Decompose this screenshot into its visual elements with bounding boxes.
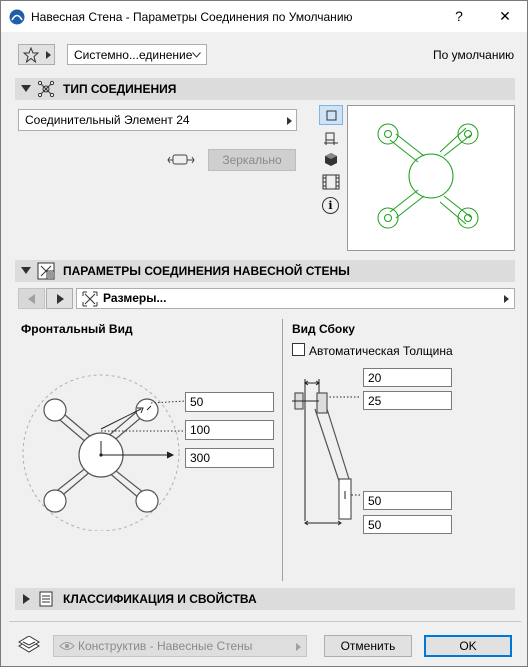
dialog-window: Навесная Стена - Параметры Соединения по…: [0, 0, 528, 667]
classification-title: КЛАССИФИКАЦИЯ И СВОЙСТВА: [63, 592, 257, 606]
help-button[interactable]: ?: [437, 1, 481, 32]
chevron-right-icon: [287, 117, 292, 125]
archicad-logo-icon: [9, 9, 25, 25]
layer-dropdown[interactable]: Конструктив - Навесные Стены: [53, 635, 307, 657]
square-icon: [326, 110, 337, 121]
cube-icon[interactable]: [323, 152, 339, 168]
prev-page-button[interactable]: [18, 288, 45, 309]
joint-settings-icon: [37, 262, 55, 280]
joint-type-section-header[interactable]: ТИП СОЕДИНЕНИЯ: [15, 78, 515, 100]
joint-params-title: ПАРАМЕТРЫ СОЕДИНЕНИЯ НАВЕСНОЙ СТЕНЫ: [63, 264, 350, 278]
mirror-icon: [167, 154, 195, 165]
expand-triangle-icon: [23, 594, 30, 604]
joint-icon: [37, 80, 55, 98]
eye-icon: [59, 642, 75, 650]
chevron-right-icon: [296, 643, 301, 651]
page-selector-value: Размеры...: [103, 291, 167, 305]
collapse-triangle-icon: [21, 267, 31, 274]
prev-arrow-icon: [28, 294, 35, 304]
chevron-right-icon: [504, 295, 509, 303]
side-value-field-4[interactable]: 50: [363, 515, 452, 534]
close-button[interactable]: ✕: [483, 1, 527, 32]
preview-panel: [347, 105, 515, 251]
joint-params-section-header[interactable]: ПАРАМЕТРЫ СОЕДИНЕНИЯ НАВЕСНОЙ СТЕНЫ: [15, 260, 515, 282]
preset-dropdown[interactable]: Системно...единение: [67, 44, 207, 65]
collapse-triangle-icon: [21, 85, 31, 92]
view-divider: [282, 319, 283, 581]
title-bar: Навесная Стена - Параметры Соединения по…: [1, 1, 527, 32]
next-page-button[interactable]: [46, 288, 73, 309]
favorites-arrow-icon: [46, 51, 51, 59]
layer-value: Конструктив - Навесные Стены: [78, 639, 253, 653]
film-icon[interactable]: [322, 174, 340, 190]
auto-thickness-checkbox[interactable]: [292, 343, 305, 356]
dimensions-icon: [82, 291, 98, 307]
classification-section-header[interactable]: КЛАССИФИКАЦИЯ И СВОЙСТВА: [15, 588, 515, 610]
favorites-button[interactable]: [18, 44, 55, 65]
mirror-button[interactable]: Зеркально: [208, 149, 296, 171]
default-label: По умолчанию: [433, 48, 515, 62]
side-value-field-1[interactable]: 20: [363, 368, 452, 387]
side-value-field-2[interactable]: 25: [363, 391, 452, 410]
side-value-field-3[interactable]: 50: [363, 491, 452, 510]
window-title: Навесная Стена - Параметры Соединения по…: [31, 10, 353, 24]
auto-thickness-label: Автоматическая Толщина: [309, 344, 453, 358]
chevron-down-icon: [192, 52, 201, 58]
info-icon[interactable]: i: [322, 197, 339, 214]
view-square-button[interactable]: [319, 105, 343, 125]
joint-type-title: ТИП СОЕДИНЕНИЯ: [63, 82, 177, 96]
front-value-field-1[interactable]: 50: [185, 392, 274, 412]
joint-element-dropdown[interactable]: Соединительный Элемент 24: [18, 109, 297, 131]
front-view-label: Фронтальный Вид: [21, 322, 133, 336]
cancel-button[interactable]: Отменить: [324, 635, 412, 657]
plan-icon[interactable]: [323, 131, 339, 147]
page-selector-dropdown[interactable]: Размеры...: [76, 288, 515, 309]
joint-preview-drawing: [377, 123, 479, 229]
next-arrow-icon: [57, 294, 64, 304]
front-value-field-2[interactable]: 100: [185, 420, 274, 440]
ok-button[interactable]: OK: [424, 635, 512, 657]
side-view-diagram: [292, 379, 361, 526]
joint-element-value: Соединительный Элемент 24: [25, 113, 190, 127]
layers-icon: [18, 636, 40, 653]
front-view-diagram: [22, 374, 187, 531]
preset-value: Системно...единение: [74, 48, 193, 62]
side-view-label: Вид Сбоку: [292, 322, 355, 336]
star-icon: [23, 47, 39, 63]
front-value-field-3[interactable]: 300: [185, 448, 274, 468]
document-list-icon: [39, 591, 53, 607]
footer-divider: [9, 621, 521, 622]
